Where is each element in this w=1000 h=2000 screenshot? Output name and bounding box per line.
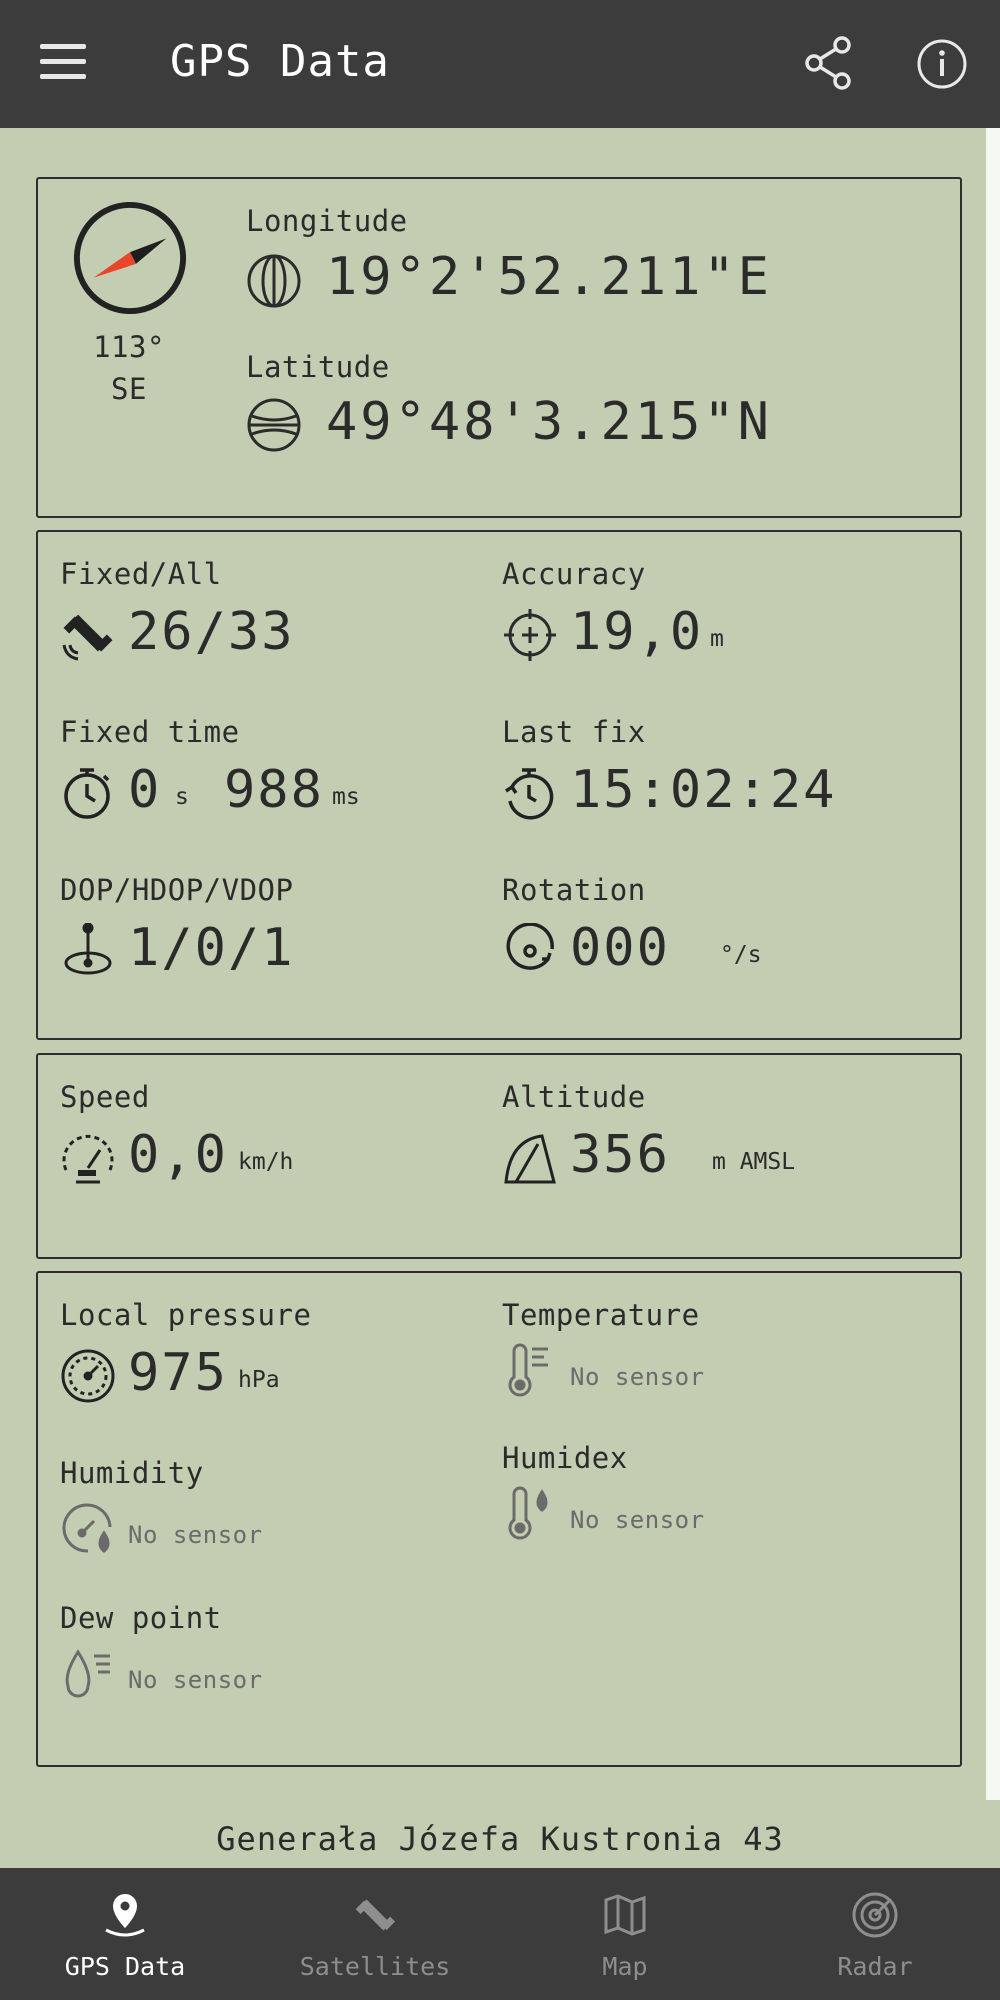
tab-radar[interactable]: Radar: [750, 1868, 1000, 2000]
fix-card: Fixed/All 26/33 Accuracy 19,0 m Fixed ti…: [36, 530, 962, 1040]
scrollbar[interactable]: [986, 128, 1000, 1800]
menu-button[interactable]: [40, 44, 88, 80]
speed-label: Speed: [60, 1080, 150, 1114]
accuracy-label: Accuracy: [502, 557, 646, 591]
accuracy-unit: m: [710, 626, 724, 652]
fixed-time-seconds-unit: s: [175, 784, 189, 810]
pressure-label: Local pressure: [60, 1298, 312, 1332]
altitude-value: 356: [570, 1125, 670, 1185]
compass-heading: 113°: [93, 330, 165, 364]
longitude-label: Longitude: [246, 204, 408, 238]
share-icon[interactable]: [804, 36, 854, 90]
altitude-unit: m AMSL: [712, 1149, 796, 1175]
stopwatch-refresh-icon: [505, 768, 554, 820]
rotation-icon: [506, 923, 554, 970]
humidex-value: No sensor: [570, 1506, 705, 1534]
app-bar: GPS Data: [0, 0, 1000, 128]
latitude-label: Latitude: [246, 350, 390, 384]
globe-longitude-icon: [247, 254, 301, 308]
dewpoint-value: No sensor: [128, 1666, 263, 1694]
humidity-label: Humidity: [60, 1456, 204, 1490]
satellite-icon: [62, 614, 113, 661]
tab-satellites[interactable]: Satellites: [250, 1868, 500, 2000]
motion-card: Speed 0,0 km/h Altitude 356 m AMSL: [36, 1053, 962, 1259]
rotation-label: Rotation: [502, 873, 646, 907]
fixed-time-label: Fixed time: [60, 715, 240, 749]
tab-map[interactable]: Map: [500, 1868, 750, 2000]
humidex-icon: [508, 1486, 548, 1540]
location-pin-icon: [105, 1894, 145, 1937]
humidity-icon: [62, 1503, 112, 1553]
map-icon: [604, 1894, 646, 1936]
info-icon[interactable]: [916, 38, 968, 90]
tab-satellites-label: Satellites: [299, 1952, 451, 1981]
globe-latitude-icon: [247, 398, 301, 452]
tab-radar-label: Radar: [837, 1952, 913, 1981]
accuracy-value: 19,0: [570, 602, 704, 662]
crosshair-icon: [504, 609, 556, 661]
dewpoint-label: Dew point: [60, 1601, 222, 1635]
compass-icon: [73, 201, 187, 315]
fixed-all-label: Fixed/All: [60, 557, 222, 591]
longitude-value: 19°2'52.211"E: [326, 247, 772, 307]
pressure-value: 975: [128, 1343, 228, 1403]
latitude-value: 49°48'3.215"N: [326, 392, 772, 452]
environment-card: Local pressure 975 hPa Temperature No se…: [36, 1271, 962, 1767]
dop-icon: [64, 923, 112, 975]
tab-gps-data-label: GPS Data: [64, 1952, 186, 1981]
rotation-value: 000: [570, 918, 670, 978]
humidex-label: Humidex: [502, 1441, 628, 1475]
app-title: GPS Data: [170, 36, 390, 87]
thermometer-icon: [508, 1343, 548, 1397]
bottom-navigation: GPS Data Satellites Map Radar: [0, 1868, 1000, 2000]
compass-direction: SE: [111, 372, 147, 406]
fixed-all-value: 26/33: [128, 602, 295, 662]
humidity-value: No sensor: [128, 1521, 263, 1549]
temperature-value: No sensor: [570, 1363, 705, 1391]
dop-label: DOP/HDOP/VDOP: [60, 873, 294, 907]
speed-unit: km/h: [238, 1149, 294, 1175]
rotation-unit: °/s: [720, 942, 762, 968]
stopwatch-icon: [64, 768, 110, 819]
pressure-unit: hPa: [238, 1367, 280, 1393]
fixed-time-ms-unit: ms: [332, 784, 360, 810]
fixed-time-seconds: 0: [128, 760, 162, 820]
location-card: 113° SE Longitude 19°2'52.211"E Latitude…: [36, 177, 962, 518]
speed-value: 0,0: [128, 1125, 228, 1185]
tab-gps-data[interactable]: GPS Data: [0, 1868, 250, 2000]
barometer-icon: [61, 1349, 115, 1403]
satellite-icon: [355, 1899, 396, 1931]
altitude-label: Altitude: [502, 1080, 646, 1114]
speedometer-icon: [62, 1134, 114, 1184]
temperature-label: Temperature: [502, 1298, 700, 1332]
altitude-icon: [504, 1134, 556, 1184]
last-fix-label: Last fix: [502, 715, 646, 749]
fixed-time-ms: 988: [224, 760, 324, 820]
dew-point-icon: [65, 1649, 110, 1698]
radar-icon: [852, 1892, 898, 1938]
address-text: Generała Józefa Kustronia 43: [216, 1820, 784, 1858]
last-fix-value: 15:02:24: [570, 760, 837, 820]
dop-value: 1/0/1: [128, 918, 295, 978]
tab-map-label: Map: [602, 1952, 648, 1981]
